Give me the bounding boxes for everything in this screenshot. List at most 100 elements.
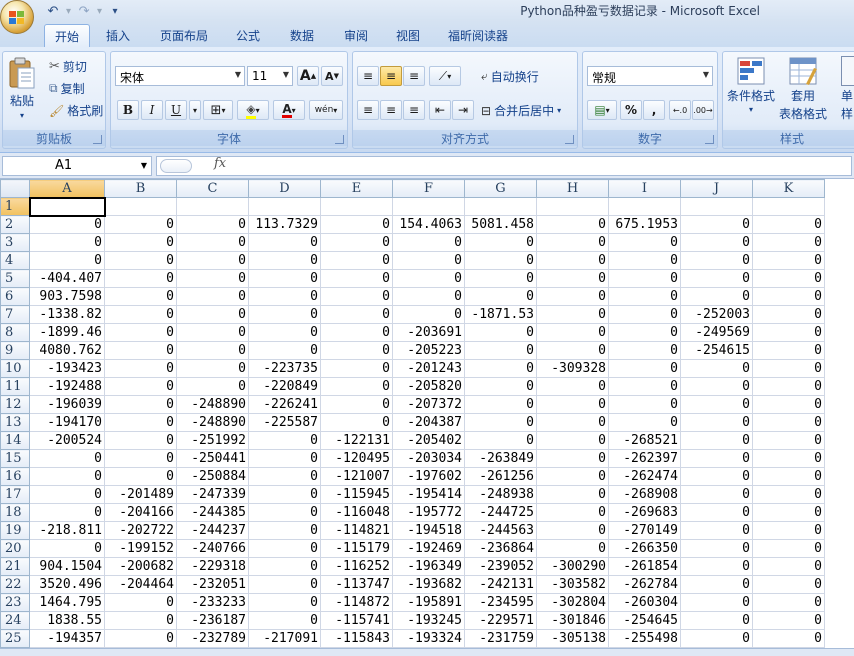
cell-e1[interactable] (320, 197, 393, 216)
column-header-c[interactable]: C (176, 179, 249, 198)
tab-insert[interactable]: 插入 (96, 24, 140, 47)
cell-f3[interactable]: 0 (392, 233, 465, 252)
cell-a18[interactable]: 0 (29, 503, 105, 522)
cell-i24[interactable]: -254645 (608, 611, 681, 630)
cell-d20[interactable]: 0 (248, 539, 321, 558)
underline-dropdown-icon[interactable]: ▾ (189, 100, 201, 120)
cell-c22[interactable]: -232051 (176, 575, 249, 594)
cell-e9[interactable]: 0 (320, 341, 393, 360)
cell-k1[interactable] (752, 197, 825, 216)
cell-d14[interactable]: 0 (248, 431, 321, 450)
cell-b16[interactable]: 0 (104, 467, 177, 486)
cell-j23[interactable]: 0 (680, 593, 753, 612)
cell-k16[interactable]: 0 (752, 467, 825, 486)
name-box[interactable]: A1 ▼ (2, 156, 152, 176)
row-header[interactable]: 19 (0, 521, 30, 540)
cell-i7[interactable]: 0 (608, 305, 681, 324)
cell-a15[interactable]: 0 (29, 449, 105, 468)
formula-bar-expander-icon[interactable] (160, 159, 192, 173)
cell-d12[interactable]: -226241 (248, 395, 321, 414)
cell-j20[interactable]: 0 (680, 539, 753, 558)
cell-d7[interactable]: 0 (248, 305, 321, 324)
cell-j8[interactable]: -249569 (680, 323, 753, 342)
cell-h21[interactable]: -300290 (536, 557, 609, 576)
cell-c18[interactable]: -244385 (176, 503, 249, 522)
cell-d9[interactable]: 0 (248, 341, 321, 360)
cell-i8[interactable]: 0 (608, 323, 681, 342)
cell-i19[interactable]: -270149 (608, 521, 681, 540)
decrease-decimal-button[interactable]: .00→ (692, 100, 714, 120)
cell-e7[interactable]: 0 (320, 305, 393, 324)
cell-g4[interactable]: 0 (464, 251, 537, 270)
cell-c19[interactable]: -244237 (176, 521, 249, 540)
cell-j17[interactable]: 0 (680, 485, 753, 504)
cell-i20[interactable]: -266350 (608, 539, 681, 558)
cell-f25[interactable]: -193324 (392, 629, 465, 648)
cell-b22[interactable]: -204464 (104, 575, 177, 594)
cell-h3[interactable]: 0 (536, 233, 609, 252)
cell-e2[interactable]: 0 (320, 215, 393, 234)
cell-b3[interactable]: 0 (104, 233, 177, 252)
cell-i2[interactable]: 675.1953 (608, 215, 681, 234)
bold-button[interactable]: B (117, 100, 139, 120)
font-name-select[interactable]: 宋体 ▼ (115, 66, 245, 86)
cell-c5[interactable]: 0 (176, 269, 249, 288)
cell-i16[interactable]: -262474 (608, 467, 681, 486)
cell-a23[interactable]: 1464.795 (29, 593, 105, 612)
cell-k11[interactable]: 0 (752, 377, 825, 396)
cell-d21[interactable]: 0 (248, 557, 321, 576)
cell-k22[interactable]: 0 (752, 575, 825, 594)
cell-e11[interactable]: 0 (320, 377, 393, 396)
cell-d18[interactable]: 0 (248, 503, 321, 522)
cell-k9[interactable]: 0 (752, 341, 825, 360)
fill-color-button[interactable]: ◈ ▾ (237, 100, 269, 120)
cell-f1[interactable] (392, 197, 465, 216)
column-header-d[interactable]: D (248, 179, 321, 198)
row-header[interactable]: 2 (0, 215, 30, 234)
cut-button[interactable]: ✂ 剪切 (49, 58, 87, 75)
cell-h13[interactable]: 0 (536, 413, 609, 432)
cell-g8[interactable]: 0 (464, 323, 537, 342)
cell-c7[interactable]: 0 (176, 305, 249, 324)
cell-f19[interactable]: -194518 (392, 521, 465, 540)
cell-f18[interactable]: -195772 (392, 503, 465, 522)
cell-d11[interactable]: -220849 (248, 377, 321, 396)
cell-e13[interactable]: 0 (320, 413, 393, 432)
cell-j2[interactable]: 0 (680, 215, 753, 234)
cell-k14[interactable]: 0 (752, 431, 825, 450)
cell-i25[interactable]: -255498 (608, 629, 681, 648)
cell-g5[interactable]: 0 (464, 269, 537, 288)
currency-button[interactable]: ▤ ▾ (587, 100, 617, 120)
cell-k18[interactable]: 0 (752, 503, 825, 522)
cell-h2[interactable]: 0 (536, 215, 609, 234)
cell-h17[interactable]: 0 (536, 485, 609, 504)
cell-d15[interactable]: 0 (248, 449, 321, 468)
cell-e20[interactable]: -115179 (320, 539, 393, 558)
cell-c23[interactable]: -233233 (176, 593, 249, 612)
cell-c15[interactable]: -250441 (176, 449, 249, 468)
cell-j11[interactable]: 0 (680, 377, 753, 396)
cell-c13[interactable]: -248890 (176, 413, 249, 432)
insert-function-icon[interactable]: fx (214, 156, 226, 171)
row-header[interactable]: 13 (0, 413, 30, 432)
increase-decimal-button[interactable]: ←.0 (669, 100, 691, 120)
border-button[interactable]: ⊞ ▾ (203, 100, 233, 120)
row-header[interactable]: 5 (0, 269, 30, 288)
shrink-font-button[interactable]: A ▼ (321, 66, 343, 86)
cell-c16[interactable]: -250884 (176, 467, 249, 486)
number-launcher-icon[interactable] (705, 135, 714, 144)
align-top-button[interactable]: ≡ (357, 66, 379, 86)
cell-h23[interactable]: -302804 (536, 593, 609, 612)
cell-j19[interactable]: 0 (680, 521, 753, 540)
cell-j21[interactable]: 0 (680, 557, 753, 576)
align-right-button[interactable]: ≡ (403, 100, 425, 120)
orientation-button[interactable]: ⟋ ▾ (429, 66, 461, 86)
tab-page-layout[interactable]: 页面布局 (150, 24, 218, 47)
cell-h14[interactable]: 0 (536, 431, 609, 450)
cell-i9[interactable]: 0 (608, 341, 681, 360)
cell-b5[interactable]: 0 (104, 269, 177, 288)
cell-k20[interactable]: 0 (752, 539, 825, 558)
cell-i17[interactable]: -268908 (608, 485, 681, 504)
cell-c3[interactable]: 0 (176, 233, 249, 252)
cell-f15[interactable]: -203034 (392, 449, 465, 468)
